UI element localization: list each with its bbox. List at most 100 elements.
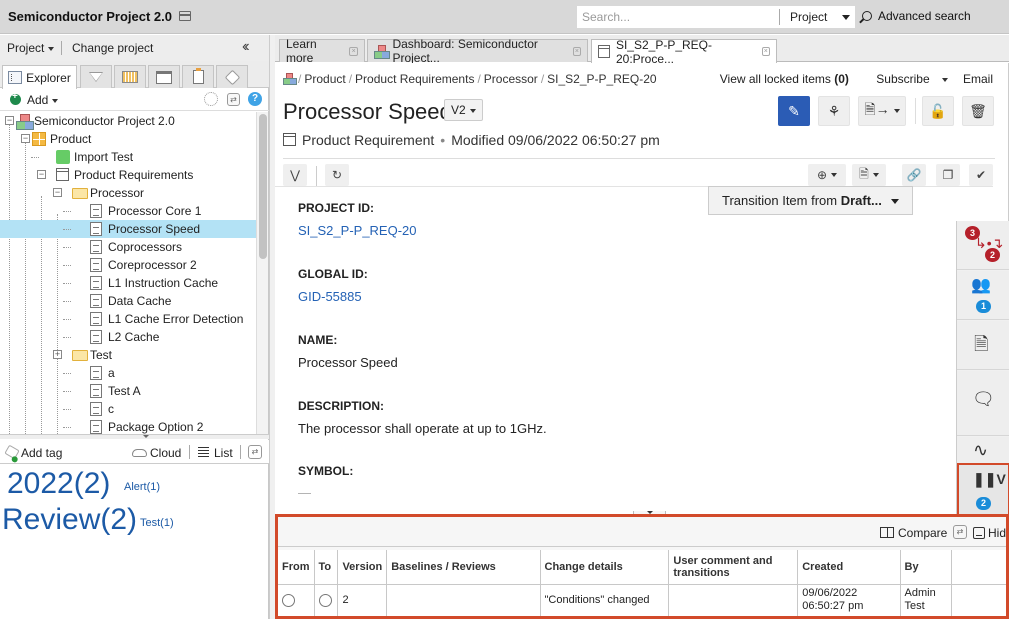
view-locked-items-link[interactable]: View all locked items (0) [708,72,849,86]
collapse-icon[interactable]: − [5,116,14,125]
delete-button[interactable]: 🗑 [962,96,994,126]
rail-reviews[interactable]: 🗎 [957,321,1009,370]
tree-item[interactable]: − Processor [0,184,256,202]
version-select[interactable]: V2 [444,99,483,121]
collapse-icon[interactable]: − [37,170,46,179]
tree-item[interactable]: Processor Core 1 [0,202,256,220]
tab-filter[interactable] [80,65,112,88]
relationships-button[interactable]: ⚘ [818,96,850,126]
rail-relationships[interactable]: ↳•↴ 3 2 [957,221,1009,270]
column-header[interactable]: Created [797,550,901,585]
lock-button[interactable]: 🔓 [922,96,954,126]
column-header[interactable]: From [278,550,315,585]
link-button[interactable]: 🔗 [902,164,926,186]
compare-button[interactable]: Compare [880,526,947,540]
collapse-icon[interactable]: − [53,188,62,197]
add-button[interactable]: Add [10,91,59,107]
tree-item[interactable]: L2 Cache [0,328,256,346]
tag-link[interactable]: 2022(2) [7,467,110,501]
double-chevron-left-icon[interactable]: ‹‹ [242,38,249,56]
tab-grid[interactable] [114,65,146,88]
breadcrumb-item[interactable]: Product Requirements [355,72,474,86]
breadcrumb-item[interactable]: Product [304,72,345,86]
to-radio[interactable] [318,593,332,607]
tab-window[interactable] [148,65,180,88]
tree-item[interactable]: L1 Instruction Cache [0,274,256,292]
transition-workflow-button[interactable]: Transition Item from Draft... [708,186,913,215]
to-cell [314,584,339,616]
close-icon[interactable]: × [761,47,770,56]
scrollbar-thumb[interactable] [259,114,267,259]
column-header[interactable]: To [314,550,339,585]
edit-button[interactable]: ✎ [778,96,810,126]
global-id-value[interactable]: GID-55885 [298,289,362,304]
from-radio[interactable] [282,593,295,607]
tab-explorer[interactable]: Explorer [2,65,77,89]
tree-item[interactable]: − Product [0,130,256,148]
column-header[interactable]: Change details [540,550,670,585]
column-header[interactable]: Baselines / Reviews [386,550,541,585]
left-panel: Project Change project ‹‹ Explorer Add ⇄… [0,35,269,619]
close-icon[interactable]: × [349,46,358,56]
expand-all-button[interactable]: ⋁ [283,164,307,186]
locked-label: View all locked items [719,72,835,86]
tag-link[interactable]: Alert(1) [124,481,160,493]
tree-item[interactable]: + Test [0,346,256,364]
change-project-link[interactable]: Change project [72,41,153,55]
field-label: PROJECT ID: [298,201,375,215]
tree-item[interactable]: Test A [0,382,256,400]
tag-link[interactable]: Review(2) [2,503,137,537]
search-scope-select[interactable]: Project [790,10,827,24]
project-home-icon[interactable] [283,73,297,85]
hide-button[interactable]: Hid [973,526,1006,540]
export-button[interactable]: 🗎→ [858,96,906,126]
rail-users[interactable]: 👥 1 [957,271,1009,320]
tree-item[interactable]: Import Test [0,148,256,166]
column-header[interactable]: User comment and transitions [668,550,799,585]
gear-icon[interactable] [204,92,218,106]
tree-item[interactable]: Coprocessors [0,238,256,256]
tree-item[interactable]: − Semiconductor Project 2.0 [0,112,256,130]
subscribe-menu[interactable]: Subscribe [864,72,948,86]
tab-learn-more[interactable]: Learn more × [279,37,365,65]
tag-icon [224,69,240,85]
project-id-value[interactable]: SI_S2_P-P_REQ-20 [298,223,417,238]
column-header[interactable]: By [900,550,953,585]
column-header[interactable]: Version [337,550,388,585]
refresh-icon[interactable]: ⇄ [227,93,240,106]
expand-icon[interactable]: + [53,350,62,359]
rail-comments[interactable]: 🗨 [957,371,1009,436]
tree-item[interactable]: c [0,400,256,418]
breadcrumb-item[interactable]: SI_S2_P-P_REQ-20 [547,72,656,86]
copy-button[interactable]: ❐ [936,164,960,186]
chevron-down-icon[interactable] [842,15,850,20]
tab-clipboard[interactable] [182,65,214,88]
tag-link[interactable]: Test(1) [140,517,174,529]
refresh-icon[interactable]: ⇄ [953,525,967,539]
refresh-button[interactable]: ↻ [325,164,349,186]
breadcrumb-item[interactable]: Processor [484,72,538,86]
layout-icon[interactable] [179,11,191,21]
tree-item[interactable]: Coreprocessor 2 [0,256,256,274]
tree-scrollbar[interactable] [256,112,268,434]
document-menu-button[interactable]: 🗎 [852,164,886,186]
add-menu-button[interactable]: ⊕ [808,164,846,186]
collapse-icon[interactable]: − [21,134,30,143]
close-icon[interactable]: × [572,46,581,56]
advanced-search-link[interactable]: Advanced search [862,9,971,23]
help-icon[interactable]: ? [248,92,262,106]
tree-item[interactable]: Data Cache [0,292,256,310]
tree-item[interactable]: L1 Cache Error Detection [0,310,256,328]
rail-versions[interactable]: ❚❚V 2 [957,463,1009,518]
document-icon [90,402,102,416]
tree-item[interactable]: a [0,364,256,382]
approve-button[interactable]: ✔ [969,164,993,186]
tab-tags[interactable] [216,65,248,88]
project-menu[interactable]: Project [7,41,55,55]
tab-dashboard[interactable]: Dashboard: Semiconductor Project... × [367,37,588,65]
tree-item[interactable]: Processor Speed [0,220,256,238]
tab-requirement[interactable]: SI_S2_P-P_REQ-20:Proce... × [591,38,777,66]
email-link[interactable]: Email [963,72,993,86]
search-input[interactable] [577,6,780,28]
tree-item[interactable]: − Product Requirements [0,166,256,184]
